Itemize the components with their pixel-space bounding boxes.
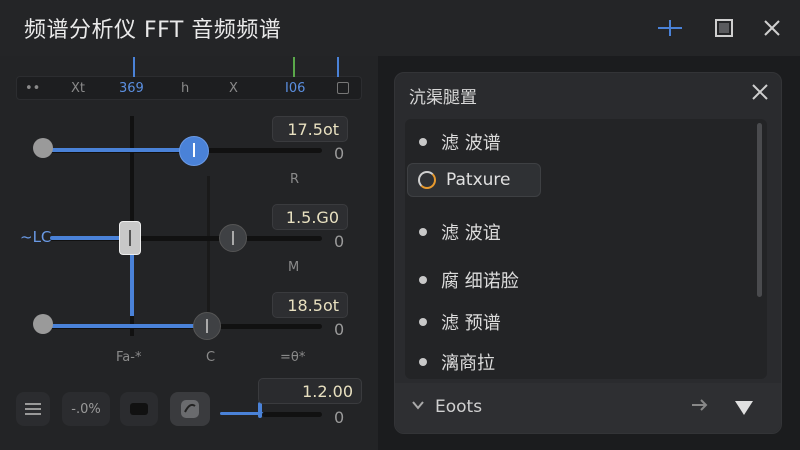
- window-title: 频谱分析仪 FFT 音频频谱: [24, 18, 282, 43]
- slider-value[interactable]: 18.5ot: [272, 292, 348, 318]
- list-item-label: 滤 波谱: [441, 133, 501, 154]
- list-item-label: 滤 预谱: [441, 313, 501, 334]
- filter-lines-icon: [25, 403, 41, 415]
- bullet-icon: [419, 138, 427, 146]
- percent-button[interactable]: -.0%: [62, 392, 110, 426]
- slider-min: 0: [334, 144, 345, 163]
- slider-knob[interactable]: [193, 312, 221, 340]
- close-button[interactable]: [758, 14, 786, 42]
- bullet-icon: [419, 358, 427, 366]
- list-item-label: 漓商拉: [441, 353, 495, 374]
- ruler-marker[interactable]: [133, 57, 135, 77]
- slider-start-handle[interactable]: [33, 138, 53, 158]
- toolbar-value[interactable]: 1.2.00: [258, 378, 362, 404]
- bullet-icon: [419, 318, 427, 326]
- spinner-icon: [418, 171, 436, 189]
- control-area: •• Xt 369 h X I06 17.5ot 0 R ~LC 1.5.G0 …: [0, 56, 378, 450]
- footer-label[interactable]: Eoots: [435, 397, 482, 417]
- ruler-checkbox[interactable]: [337, 82, 349, 94]
- slider-fill: [50, 236, 130, 240]
- list-item-label: 腐 细诺脸: [441, 271, 519, 292]
- toolbar-min: 0: [334, 408, 345, 427]
- axis-label: =θ*: [280, 350, 306, 365]
- axis-label: Fa-*: [116, 350, 142, 365]
- slider-value[interactable]: 1.5.G0: [272, 204, 348, 230]
- bullet-icon: [419, 276, 427, 284]
- close-icon: [752, 84, 768, 100]
- list-item-label: 滤 波谊: [441, 223, 501, 244]
- bullet-icon: [419, 228, 427, 236]
- maximize-icon: [715, 19, 733, 37]
- slider-fill: [42, 324, 208, 328]
- slider-fill: [42, 148, 194, 152]
- tool-button[interactable]: [170, 392, 210, 426]
- slider-knob[interactable]: [219, 224, 247, 252]
- ruler-label: ••: [25, 81, 41, 96]
- stop-icon: [130, 403, 148, 415]
- ruler-label: 369: [119, 81, 144, 96]
- axis-label: C: [206, 350, 216, 365]
- arrow-right-icon[interactable]: [691, 397, 709, 416]
- panel-close-button[interactable]: [751, 83, 773, 105]
- axis-label: M: [288, 260, 300, 275]
- record-button[interactable]: [120, 392, 158, 426]
- list-item-selected[interactable]: Patxure: [407, 163, 542, 197]
- list-item[interactable]: 滤 波谊: [419, 219, 501, 245]
- crosshair-icon: [658, 20, 682, 36]
- frequency-ruler[interactable]: •• Xt 369 h X I06: [16, 57, 362, 100]
- chevron-down-icon[interactable]: [411, 397, 425, 416]
- ruler-label: Xt: [71, 81, 86, 96]
- list-item[interactable]: 腐 细诺脸: [419, 267, 519, 293]
- slider-thumb[interactable]: [119, 221, 141, 255]
- list-item[interactable]: 漓商拉: [419, 349, 495, 375]
- axis-label: R: [290, 172, 300, 187]
- crosshair-button[interactable]: [656, 14, 684, 42]
- mini-slider-track[interactable]: [262, 412, 322, 417]
- filter-button[interactable]: [16, 392, 50, 426]
- side-label: ~LC: [20, 228, 52, 246]
- ruler-label: I06: [285, 81, 306, 96]
- maximize-button[interactable]: [710, 14, 738, 42]
- scrollbar[interactable]: [757, 123, 762, 297]
- ruler-marker[interactable]: [337, 57, 339, 77]
- dropdown-triangle-icon[interactable]: [735, 401, 753, 415]
- option-list: 滤 波谱 Patxure 滤 波谊 腐 细诺脸 滤 预谱 漓商拉: [405, 119, 767, 379]
- panel-footer: Eoots: [395, 383, 781, 433]
- slider-min: 0: [334, 232, 345, 251]
- ruler-label: X: [229, 81, 238, 96]
- slider-start-handle[interactable]: [33, 314, 53, 334]
- curve-icon: [181, 400, 199, 418]
- title-bar: 频谱分析仪 FFT 音频频谱: [0, 0, 800, 56]
- list-item[interactable]: 滤 波谱: [419, 129, 501, 155]
- panel-title: 沆渠腿置: [409, 88, 477, 108]
- slider-knob[interactable]: [179, 136, 209, 166]
- slider-value[interactable]: 17.5ot: [272, 116, 348, 142]
- slider-min: 0: [334, 320, 345, 339]
- list-item[interactable]: 滤 预谱: [419, 309, 501, 335]
- close-icon: [764, 20, 780, 36]
- ruler-marker[interactable]: [293, 57, 295, 77]
- settings-panel: 沆渠腿置 滤 波谱 Patxure 滤 波谊 腐 细诺脸 滤 预谱 漓商拉 Eo…: [394, 72, 782, 434]
- list-item-label: Patxure: [446, 170, 511, 190]
- ruler-label: h: [181, 81, 190, 96]
